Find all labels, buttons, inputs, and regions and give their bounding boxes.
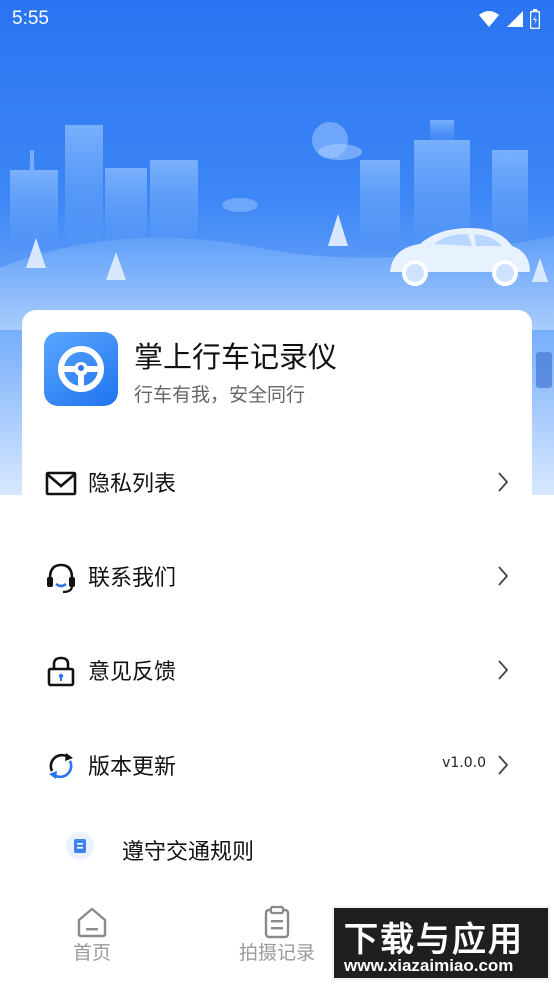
status-bar: 5:55 — [0, 0, 554, 40]
tab-records[interactable]: 拍摄记录 — [217, 894, 337, 984]
status-icons — [478, 9, 540, 29]
menu-label: 版本更新 — [88, 755, 177, 780]
menu-label: 意见反馈 — [88, 660, 177, 685]
wifi-icon — [479, 11, 499, 27]
mail-icon — [45, 471, 77, 496]
status-time: 5:55 — [12, 8, 49, 29]
watermark: 下载与应用 www.xiazaimiao.com — [332, 906, 550, 980]
lock-icon — [47, 656, 75, 687]
app-slogan: 行车有我，安全同行 — [134, 384, 306, 406]
menu-label: 隐私列表 — [88, 472, 177, 497]
chevron-right-icon — [498, 660, 509, 680]
app-logo — [44, 332, 118, 406]
signal-icon — [507, 11, 523, 27]
tab-home[interactable]: 首页 — [32, 894, 152, 984]
menu-item-privacy-list[interactable]: 隐私列表 — [0, 452, 554, 512]
rules-label: 遵守交通规则 — [122, 840, 255, 865]
menu-label: 联系我们 — [88, 566, 177, 591]
rules-badge-icon — [66, 832, 94, 860]
clipboard-icon — [264, 905, 290, 939]
tab-label: 首页 — [72, 942, 111, 964]
tab-label: 拍摄记录 — [238, 942, 315, 964]
menu-item-contact-us[interactable]: 联系我们 — [0, 546, 554, 606]
menu-item-feedback[interactable]: 意见反馈 — [0, 640, 554, 700]
chevron-right-icon — [498, 755, 509, 775]
version-value: v1.0.0 — [442, 755, 486, 771]
home-icon — [77, 907, 107, 938]
traffic-rules-row[interactable]: 遵守交通规则 — [0, 822, 554, 874]
refresh-icon — [49, 753, 73, 779]
battery-icon — [530, 9, 540, 29]
chevron-right-icon — [498, 566, 509, 586]
app-name: 掌上行车记录仪 — [134, 340, 338, 374]
watermark-url: www.xiazaimiao.com — [344, 956, 514, 975]
headset-icon — [47, 563, 75, 594]
chevron-right-icon — [498, 472, 509, 492]
menu-item-version-update[interactable]: 版本更新 v1.0.0 — [0, 735, 554, 795]
steering-wheel-icon — [58, 346, 104, 392]
document-icon — [74, 839, 86, 853]
watermark-title: 下载与应用 — [344, 920, 524, 960]
